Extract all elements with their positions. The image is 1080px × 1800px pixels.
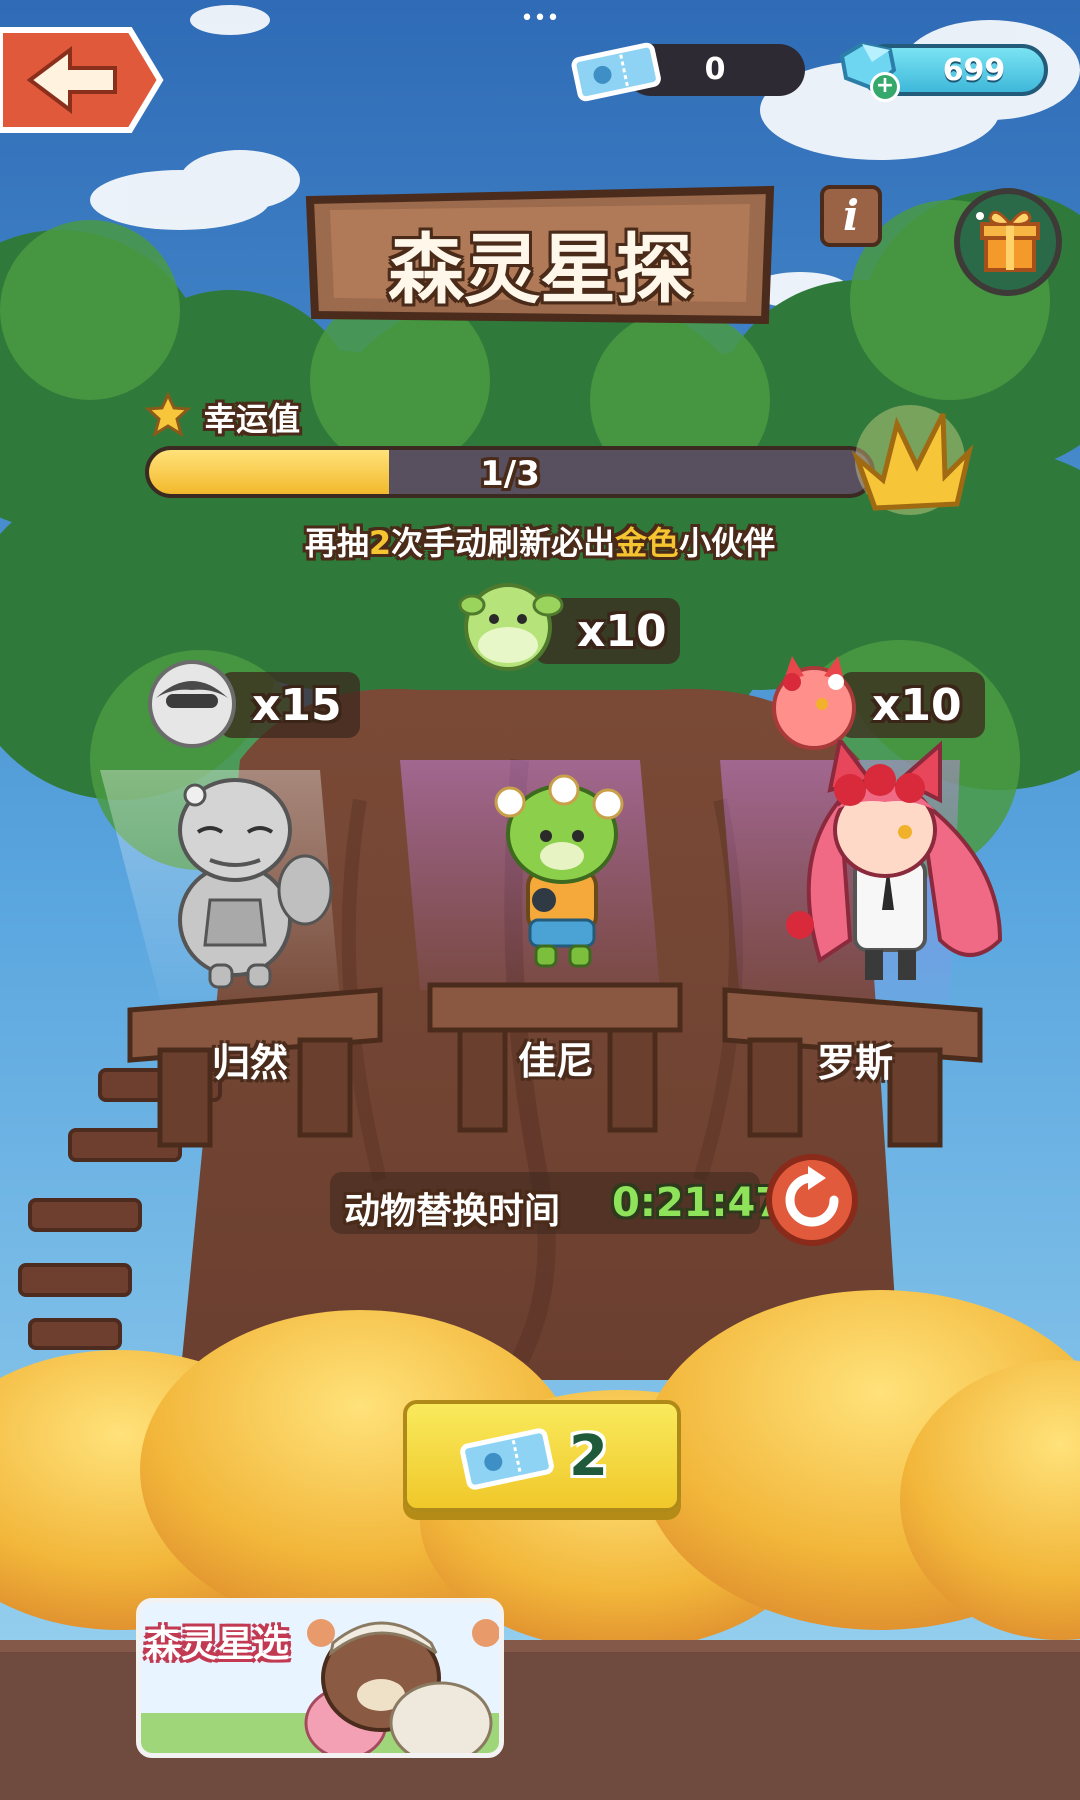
- menu-dots[interactable]: •••: [510, 6, 570, 31]
- character-guiran[interactable]: [150, 770, 340, 990]
- draw-cost: 2: [569, 1424, 608, 1489]
- gift-button[interactable]: [954, 188, 1062, 296]
- partner-count: x10: [872, 680, 962, 731]
- hint-count: 2: [368, 524, 392, 562]
- hint-gold: 金色: [615, 524, 680, 562]
- title-sign: 森灵星探: [300, 180, 780, 330]
- luck-progress-text: 1/3: [480, 454, 540, 494]
- refresh-timer-panel: 动物替换时间 0:21:47: [330, 1172, 783, 1234]
- back-button[interactable]: [0, 22, 165, 138]
- crown-icon: [845, 400, 975, 520]
- gift-box-icon: [976, 210, 1040, 272]
- back-arrow-icon: [0, 27, 164, 133]
- pink-spirit-icon: [762, 652, 866, 752]
- gem-count: 699: [942, 53, 1006, 88]
- green-spirit-icon: [458, 575, 568, 675]
- partner-count: x10: [577, 606, 667, 657]
- luck-label: 幸运值: [204, 400, 301, 438]
- info-button[interactable]: i: [820, 185, 882, 247]
- character-jiani[interactable]: [480, 760, 640, 970]
- partner-count: x15: [252, 680, 342, 731]
- plus-icon: +: [875, 73, 895, 98]
- event-banner[interactable]: 森灵星选: [136, 1598, 504, 1758]
- ticket-icon: [460, 1428, 554, 1490]
- hint-text-1: 再抽: [304, 524, 369, 562]
- grey-spirit-icon: [142, 652, 242, 752]
- partner-name: 佳尼: [517, 1039, 594, 1083]
- character-luosi[interactable]: [770, 735, 1010, 990]
- refresh-button[interactable]: [766, 1154, 858, 1246]
- refresh-timer: 0:21:47: [612, 1180, 784, 1226]
- luck-hint: 再抽2次手动刷新必出金色小伙伴: [0, 518, 1080, 564]
- ticket-icon: [570, 40, 662, 102]
- star-icon: [144, 391, 192, 438]
- add-gems-button[interactable]: +: [870, 72, 900, 102]
- hint-text-3: 小伙伴: [679, 524, 776, 562]
- partner-name: 归然: [211, 1041, 288, 1085]
- hint-text-2: 次手动刷新必出: [391, 524, 616, 562]
- refresh-icon: [785, 1166, 839, 1227]
- info-icon: i: [843, 191, 859, 240]
- draw-button[interactable]: 2: [403, 1400, 681, 1512]
- luck-progress-bar: 1/3: [145, 446, 875, 498]
- banner-label: 森灵星选: [145, 1624, 290, 1665]
- refresh-label: 动物替换时间: [344, 1191, 561, 1232]
- page-title: 森灵星探: [388, 225, 692, 314]
- partner-name: 罗斯: [816, 1041, 893, 1085]
